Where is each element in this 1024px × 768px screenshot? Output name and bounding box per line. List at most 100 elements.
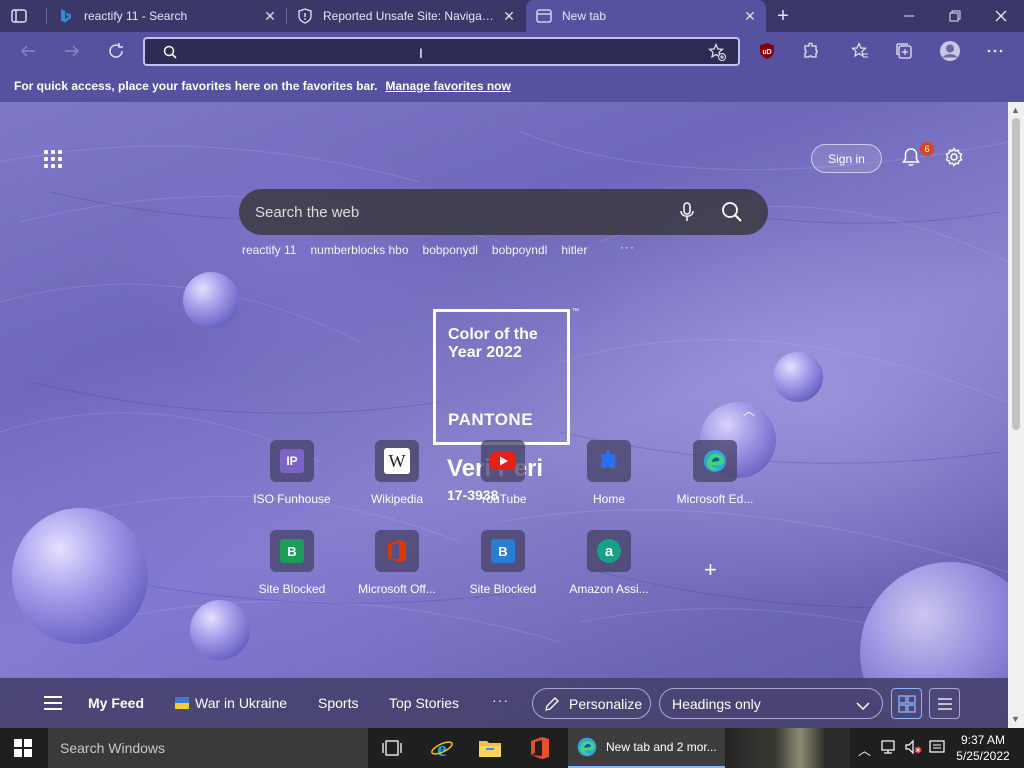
quick-link-tile[interactable]: W Wikipedia xyxy=(347,440,447,510)
microphone-icon[interactable] xyxy=(678,201,696,228)
quick-link-tile[interactable]: YouTube xyxy=(453,440,553,510)
trending-item[interactable]: reactify 11 xyxy=(242,243,296,257)
bing-icon xyxy=(58,8,74,24)
file-explorer-icon[interactable] xyxy=(466,728,514,768)
address-bar[interactable]: I xyxy=(143,37,740,66)
quick-link-label: Wikipedia xyxy=(370,492,424,506)
wikipedia-icon: W xyxy=(375,440,419,482)
windows-start-icon[interactable] xyxy=(14,739,32,762)
hamburger-menu-icon[interactable] xyxy=(44,696,62,714)
web-search-placeholder: Search the web xyxy=(255,204,360,221)
taskbar-wallpaper-peek xyxy=(726,728,850,768)
list-view-icon[interactable] xyxy=(929,688,960,719)
svg-text:e: e xyxy=(437,736,447,760)
extensions-icon[interactable] xyxy=(802,42,820,60)
clock-time: 9:37 AM xyxy=(960,733,1006,747)
close-tab-icon[interactable]: ✕ xyxy=(262,8,278,24)
feed-tab-top-stories[interactable]: Top Stories xyxy=(389,695,459,711)
add-favorite-icon[interactable] xyxy=(707,43,726,66)
personalize-button[interactable]: Personalize xyxy=(532,688,651,719)
scroll-down-arrow-icon[interactable]: ▼ xyxy=(1011,714,1020,724)
notification-count-badge: 6 xyxy=(920,142,934,156)
manage-favorites-link[interactable]: Manage favorites now xyxy=(385,79,510,93)
show-hidden-icons-chevron-icon[interactable]: ︿ xyxy=(858,740,871,759)
quick-link-tile[interactable]: Microsoft Ed... xyxy=(665,440,765,510)
tab-reactify-search[interactable]: reactify 11 - Search ✕ xyxy=(58,0,286,32)
quick-link-label: Site Blocked xyxy=(469,582,537,596)
feed-tab-my-feed[interactable]: My Feed xyxy=(88,695,144,711)
favorites-bar-message: For quick access, place your favorites h… xyxy=(14,79,378,93)
back-icon[interactable] xyxy=(18,41,38,61)
close-tab-icon[interactable]: ✕ xyxy=(742,8,758,24)
tab-strip: reactify 11 - Search ✕ Reported Unsafe S… xyxy=(0,0,1024,32)
tab-actions-icon[interactable] xyxy=(10,7,28,25)
site-blocked-icon: B xyxy=(270,530,314,572)
feed-tab-war-in-ukraine[interactable]: War in Ukraine xyxy=(175,695,287,711)
quick-link-tile[interactable]: IP ISO Funhouse xyxy=(242,440,342,510)
volume-muted-icon[interactable] xyxy=(904,739,922,758)
trending-item[interactable]: bobpoyndl xyxy=(492,243,547,257)
trending-more-button[interactable]: ··· xyxy=(620,240,635,254)
quick-link-tile[interactable]: Microsoft Off... xyxy=(347,530,447,600)
quick-link-label: Microsoft Ed... xyxy=(676,492,754,506)
tab-title: New tab xyxy=(562,9,607,23)
quick-link-label: YouTube xyxy=(479,492,527,506)
quick-link-tile[interactable]: Home xyxy=(559,440,659,510)
minimize-icon[interactable] xyxy=(886,0,932,32)
svg-text:uD: uD xyxy=(762,49,771,56)
amazon-assistant-icon: a xyxy=(587,530,631,572)
close-tab-icon[interactable]: ✕ xyxy=(501,8,517,24)
grid-view-icon[interactable] xyxy=(891,688,922,719)
more-icon[interactable] xyxy=(986,42,1004,60)
windows-search-box[interactable]: Search Windows xyxy=(48,728,368,768)
restore-icon[interactable] xyxy=(932,0,978,32)
tab-unsafe-site[interactable]: Reported Unsafe Site: Navigation ✕ xyxy=(297,0,525,32)
feed-tab-sports[interactable]: Sports xyxy=(318,695,358,711)
web-search-box[interactable]: Search the web xyxy=(239,189,768,235)
new-tab-plus-icon[interactable]: + xyxy=(772,5,794,27)
task-view-icon[interactable] xyxy=(368,728,416,768)
forward-icon[interactable] xyxy=(62,41,82,61)
chevron-up-icon[interactable]: ︿ xyxy=(743,402,755,419)
quick-link-tile[interactable]: a Amazon Assi... xyxy=(559,530,659,600)
text-cursor-icon: I xyxy=(419,45,423,61)
quick-link-tile[interactable]: B Site Blocked xyxy=(453,530,553,600)
iso-funhouse-icon: IP xyxy=(270,440,314,482)
refresh-icon[interactable] xyxy=(106,41,126,61)
quick-link-tile[interactable]: B Site Blocked xyxy=(242,530,342,600)
search-icon[interactable] xyxy=(721,201,743,228)
notifications-bell-icon[interactable] xyxy=(900,146,922,173)
trending-searches: reactify 11 numberblocks hbo bobponydl b… xyxy=(242,240,634,257)
layout-select-value: Headings only xyxy=(672,695,761,712)
action-center-icon[interactable] xyxy=(928,739,946,758)
trending-item[interactable]: numberblocks hbo xyxy=(310,243,408,257)
pantone-brand: PANTONE xyxy=(448,410,534,429)
feed-more-button[interactable]: ··· xyxy=(492,692,509,708)
close-window-icon[interactable] xyxy=(978,0,1024,32)
network-icon[interactable] xyxy=(880,739,898,758)
office-taskbar-icon[interactable] xyxy=(516,728,564,768)
trending-item[interactable]: bobponydl xyxy=(423,243,478,257)
ukraine-flag-icon xyxy=(175,697,189,709)
tab-new-tab[interactable]: New tab ✕ xyxy=(526,0,766,32)
scroll-up-arrow-icon[interactable]: ▲ xyxy=(1011,105,1020,115)
sign-in-button[interactable]: Sign in xyxy=(811,144,882,173)
trending-item[interactable]: hitler xyxy=(561,243,587,257)
edge-taskbar-window[interactable]: New tab and 2 mor... xyxy=(568,728,725,768)
pantone-trademark: ™ xyxy=(572,308,579,315)
app-launcher-icon[interactable] xyxy=(44,150,62,168)
decorative-sphere xyxy=(190,600,250,660)
favorites-icon[interactable] xyxy=(850,42,869,60)
tab-title: Reported Unsafe Site: Navigation xyxy=(323,9,495,23)
profile-icon[interactable] xyxy=(939,40,961,62)
page-scrollbar[interactable]: ▲ ▼ xyxy=(1008,102,1024,728)
taskbar-clock[interactable]: 9:37 AM 5/25/2022 xyxy=(950,732,1016,764)
internet-explorer-icon[interactable]: e xyxy=(418,728,466,768)
collections-icon[interactable] xyxy=(895,42,913,60)
layout-select[interactable]: Headings only xyxy=(659,688,883,719)
settings-gear-icon[interactable] xyxy=(944,147,964,172)
personalize-label: Personalize xyxy=(569,695,643,712)
ublock-origin-icon[interactable]: uD xyxy=(758,42,776,60)
scrollbar-thumb[interactable] xyxy=(1012,118,1020,430)
add-shortcut-icon[interactable]: + xyxy=(704,557,717,583)
